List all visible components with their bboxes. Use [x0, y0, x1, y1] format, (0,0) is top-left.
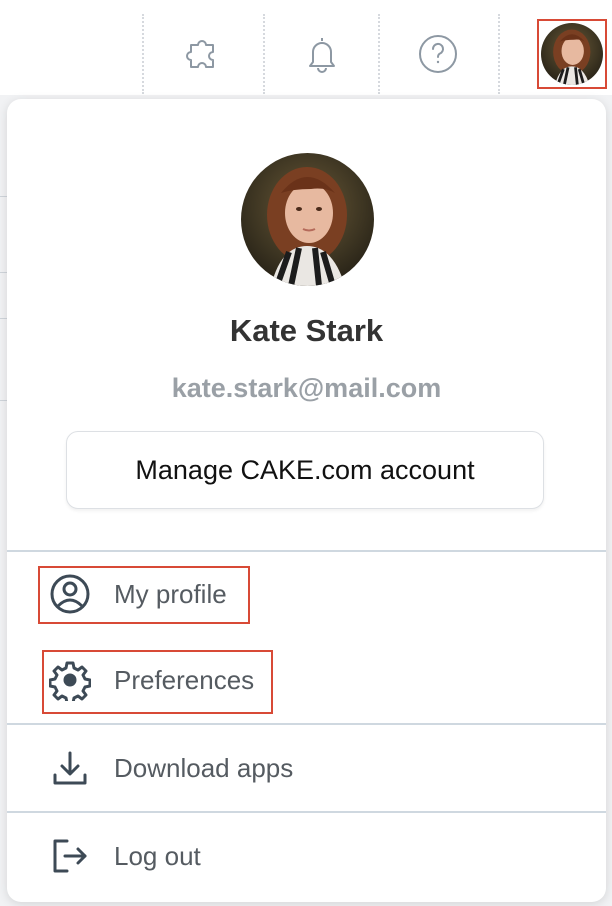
- user-avatar: [541, 23, 603, 85]
- logout-icon: [49, 835, 91, 877]
- user-circle-icon: [49, 573, 91, 615]
- download-icon: [49, 747, 91, 789]
- menu-item-download-apps[interactable]: Download apps: [7, 733, 606, 803]
- integrations-button[interactable]: [170, 22, 234, 86]
- help-button[interactable]: [406, 22, 470, 86]
- account-dropdown: Kate Stark kate.stark@mail.com Manage CA…: [7, 99, 606, 902]
- topbar-separator: [498, 14, 500, 94]
- user-avatar-button[interactable]: [537, 19, 607, 89]
- account-email: kate.stark@mail.com: [171, 373, 442, 403]
- menu-divider: [7, 811, 606, 813]
- menu-item-preferences[interactable]: Preferences: [7, 645, 606, 715]
- menu-divider: [7, 723, 606, 725]
- menu-item-label: Preferences: [114, 664, 255, 695]
- bell-icon: [309, 38, 335, 73]
- topbar-separator: [142, 14, 144, 94]
- menu-item-label: My profile: [114, 578, 227, 609]
- gear-icon: [49, 659, 91, 701]
- puzzle-icon: [186, 40, 214, 68]
- profile-photo: [241, 153, 374, 286]
- topbar-separator: [378, 14, 380, 94]
- manage-account-button[interactable]: Manage CAKE.com account: [66, 431, 544, 509]
- menu-item-log-out[interactable]: Log out: [7, 821, 606, 891]
- help-icon: [419, 35, 457, 73]
- account-name: Kate Stark: [229, 313, 384, 348]
- notifications-button[interactable]: [290, 22, 354, 86]
- menu-item-label: Log out: [114, 840, 201, 871]
- menu-item-my-profile[interactable]: My profile: [7, 559, 606, 629]
- topbar-separator: [263, 14, 265, 94]
- menu-divider: [7, 550, 606, 552]
- top-bar: [0, 0, 612, 95]
- menu-item-label: Download apps: [114, 752, 294, 783]
